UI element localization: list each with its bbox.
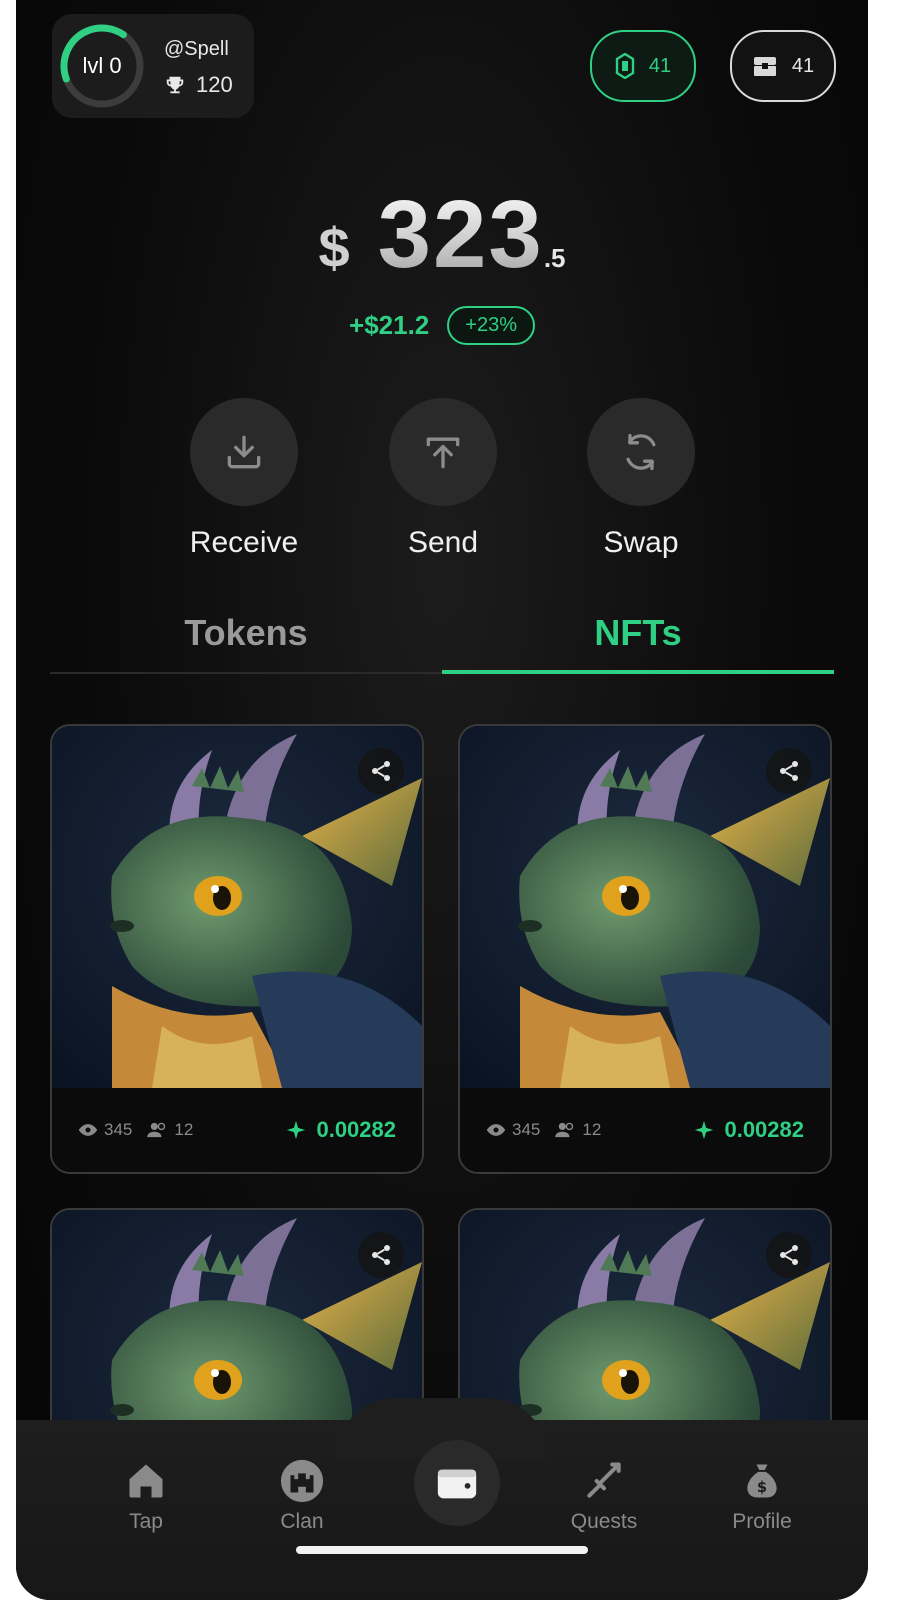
nav-item-tap[interactable]: Tap bbox=[86, 1458, 206, 1534]
share-icon bbox=[780, 1245, 798, 1265]
holders-count: 12 bbox=[582, 1120, 602, 1139]
nft-card[interactable]: 345 12 0.00282 bbox=[50, 724, 424, 1174]
views-count: 345 bbox=[104, 1120, 133, 1139]
price-value: 0.00282 bbox=[724, 1117, 804, 1142]
username: @Spell bbox=[164, 38, 229, 60]
nav-item-clan[interactable]: Clan bbox=[242, 1458, 362, 1534]
level-label: lvl 0 bbox=[82, 53, 122, 78]
price-value: 0.00282 bbox=[316, 1117, 396, 1142]
eye-icon bbox=[78, 1124, 98, 1136]
balance-amount: 323 bbox=[377, 181, 544, 288]
share-icon bbox=[372, 761, 390, 781]
swap-label: Swap bbox=[603, 526, 679, 559]
download-icon bbox=[227, 435, 261, 469]
profile-chip[interactable]: lvl 0 @Spell 120 bbox=[52, 14, 254, 118]
home-icon bbox=[129, 1464, 163, 1498]
trophy-icon bbox=[166, 76, 184, 94]
views-count: 345 bbox=[512, 1120, 541, 1139]
balance-decimal: .5 bbox=[543, 243, 566, 273]
receive-label: Receive bbox=[189, 526, 299, 559]
views-stat: 345 bbox=[78, 1120, 132, 1140]
share-button[interactable] bbox=[766, 1232, 812, 1278]
swap-button[interactable]: Swap bbox=[556, 398, 726, 560]
receive-circle[interactable] bbox=[190, 398, 298, 506]
nft-price: 0.00282 bbox=[694, 1117, 804, 1143]
wallet-icon bbox=[437, 1469, 477, 1499]
nav-item-quests[interactable]: Quests bbox=[544, 1458, 664, 1534]
share-button[interactable] bbox=[766, 748, 812, 794]
nav-label-clan: Clan bbox=[280, 1510, 324, 1533]
balance-display: $ 323 .5 bbox=[16, 180, 868, 290]
nav-item-wallet[interactable] bbox=[414, 1440, 500, 1526]
gem-balance-pill[interactable]: 41 bbox=[590, 30, 696, 102]
receive-button[interactable]: Receive bbox=[159, 398, 329, 560]
eye-icon bbox=[486, 1124, 506, 1136]
trophy-count: 120 bbox=[164, 72, 233, 98]
nft-card[interactable]: 345 12 0.00282 bbox=[458, 724, 832, 1174]
chest-balance-pill[interactable]: 41 bbox=[730, 30, 836, 102]
balance-change: +$21.2 +23% bbox=[16, 306, 868, 345]
tab-nfts[interactable]: NFTs bbox=[442, 612, 834, 654]
users-icon bbox=[147, 1122, 166, 1138]
send-circle[interactable] bbox=[389, 398, 497, 506]
sword-icon bbox=[587, 1462, 621, 1498]
share-icon bbox=[372, 1245, 390, 1265]
castle-icon bbox=[280, 1459, 324, 1503]
gem-count: 41 bbox=[648, 54, 672, 77]
share-button[interactable] bbox=[358, 748, 404, 794]
nav-item-profile[interactable]: $ Profile bbox=[702, 1458, 822, 1534]
chest-icon bbox=[753, 57, 776, 76]
nav-label-profile: Profile bbox=[732, 1510, 792, 1533]
sparkle-icon bbox=[695, 1120, 714, 1140]
holders-stat: 12 bbox=[146, 1120, 193, 1140]
svg-text:$: $ bbox=[757, 1479, 767, 1496]
tab-tokens[interactable]: Tokens bbox=[50, 612, 442, 654]
change-value: +$21.2 bbox=[349, 310, 430, 340]
currency-symbol: $ bbox=[318, 216, 350, 279]
share-button[interactable] bbox=[358, 1232, 404, 1278]
views-stat: 345 bbox=[486, 1120, 540, 1140]
asset-tabs: Tokens NFTs bbox=[50, 612, 834, 676]
home-indicator[interactable] bbox=[296, 1546, 588, 1554]
share-icon bbox=[780, 761, 798, 781]
trophy-value: 120 bbox=[196, 72, 233, 97]
nft-card-footer: 345 12 0.00282 bbox=[52, 1088, 422, 1172]
holders-count: 12 bbox=[174, 1120, 194, 1139]
nav-label-quests: Quests bbox=[570, 1510, 638, 1533]
users-icon bbox=[555, 1122, 574, 1138]
tab-active-indicator bbox=[442, 670, 834, 674]
swap-circle[interactable] bbox=[587, 398, 695, 506]
change-percent-badge: +23% bbox=[447, 306, 535, 345]
send-button[interactable]: Send bbox=[358, 398, 528, 560]
upload-icon bbox=[426, 437, 460, 469]
nft-card-footer: 345 12 0.00282 bbox=[460, 1088, 830, 1172]
refresh-icon bbox=[626, 433, 656, 471]
send-label: Send bbox=[407, 526, 479, 559]
gem-icon bbox=[615, 53, 635, 79]
chest-count: 41 bbox=[791, 54, 815, 77]
bottom-navigation: Tap Clan Quests $ Profile bbox=[16, 1398, 868, 1600]
nav-label-tap: Tap bbox=[129, 1510, 163, 1533]
nft-price: 0.00282 bbox=[286, 1117, 396, 1143]
app-screen: lvl 0 @Spell 120 41 41 $ 323 .5 +$21.2 +… bbox=[16, 0, 868, 1600]
holders-stat: 12 bbox=[554, 1120, 601, 1140]
money-bag-icon: $ bbox=[747, 1464, 777, 1498]
sparkle-icon bbox=[287, 1120, 306, 1140]
